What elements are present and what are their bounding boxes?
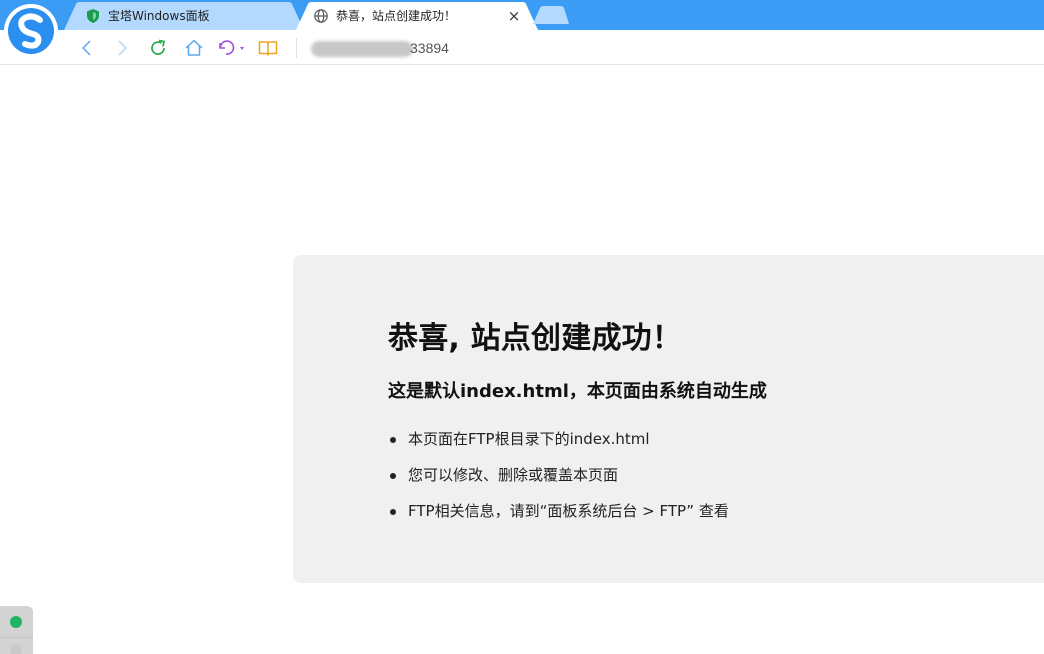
widget-dot-icon — [10, 644, 22, 654]
tab-title: 宝塔Windows面板 — [108, 9, 210, 23]
list-item-text: 本页面在FTP根目录下的index.html — [408, 430, 650, 448]
close-icon[interactable]: × — [506, 7, 522, 25]
shield-icon — [85, 8, 101, 24]
bullet-icon — [390, 473, 396, 479]
new-tab-button[interactable] — [533, 6, 569, 24]
tab-baota-panel[interactable]: 宝塔Windows面板 — [64, 2, 304, 30]
book-icon — [258, 41, 278, 56]
bullet-icon — [390, 509, 396, 515]
side-floating-widget[interactable] — [0, 606, 33, 654]
list-item-text: FTP相关信息，请到“面板系统后台 > FTP” 查看 — [408, 502, 729, 520]
address-input[interactable]: 33894 — [311, 39, 571, 57]
globe-icon — [313, 8, 329, 24]
undo-close-tab-button[interactable] — [216, 37, 246, 59]
list-item-text: 您可以修改、删除或覆盖本页面 — [408, 466, 619, 484]
page-subheading: 这是默认index.html，本页面由系统自动生成 — [388, 381, 767, 402]
list-item: 您可以修改、删除或覆盖本页面 — [388, 463, 729, 499]
home-button[interactable] — [183, 37, 205, 59]
chevron-right-icon — [118, 40, 128, 56]
content-panel: 恭喜, 站点创建成功！ 这是默认index.html，本页面由系统自动生成 本页… — [293, 255, 1044, 583]
address-toolbar: 33894 — [0, 30, 1044, 65]
bullet-icon — [390, 437, 396, 443]
list-item: FTP相关信息，请到“面板系统后台 > FTP” 查看 — [388, 499, 729, 535]
toolbar-divider — [296, 38, 297, 58]
status-dot-icon — [10, 616, 22, 628]
reader-button[interactable] — [257, 37, 279, 59]
page-heading: 恭喜, 站点创建成功！ — [388, 321, 683, 356]
home-icon — [185, 39, 203, 56]
back-button[interactable] — [76, 37, 98, 59]
chevron-left-icon — [81, 40, 91, 56]
refresh-button[interactable] — [147, 37, 169, 59]
tab-site-created[interactable]: 恭喜，站点创建成功！ × — [296, 2, 538, 30]
widget-divider — [0, 637, 33, 638]
browser-logo[interactable] — [3, 3, 59, 59]
redacted-host — [311, 41, 413, 57]
url-text: 33894 — [410, 40, 449, 56]
tab-strip: 宝塔Windows面板 恭喜，站点创建成功！ × — [0, 0, 1044, 30]
refresh-icon — [151, 39, 166, 55]
tab-title: 恭喜，站点创建成功！ — [336, 9, 457, 23]
undo-icon — [219, 40, 244, 55]
forward-button[interactable] — [111, 37, 133, 59]
info-list: 本页面在FTP根目录下的index.html 您可以修改、删除或覆盖本页面 FT… — [388, 427, 729, 535]
list-item: 本页面在FTP根目录下的index.html — [388, 427, 729, 463]
